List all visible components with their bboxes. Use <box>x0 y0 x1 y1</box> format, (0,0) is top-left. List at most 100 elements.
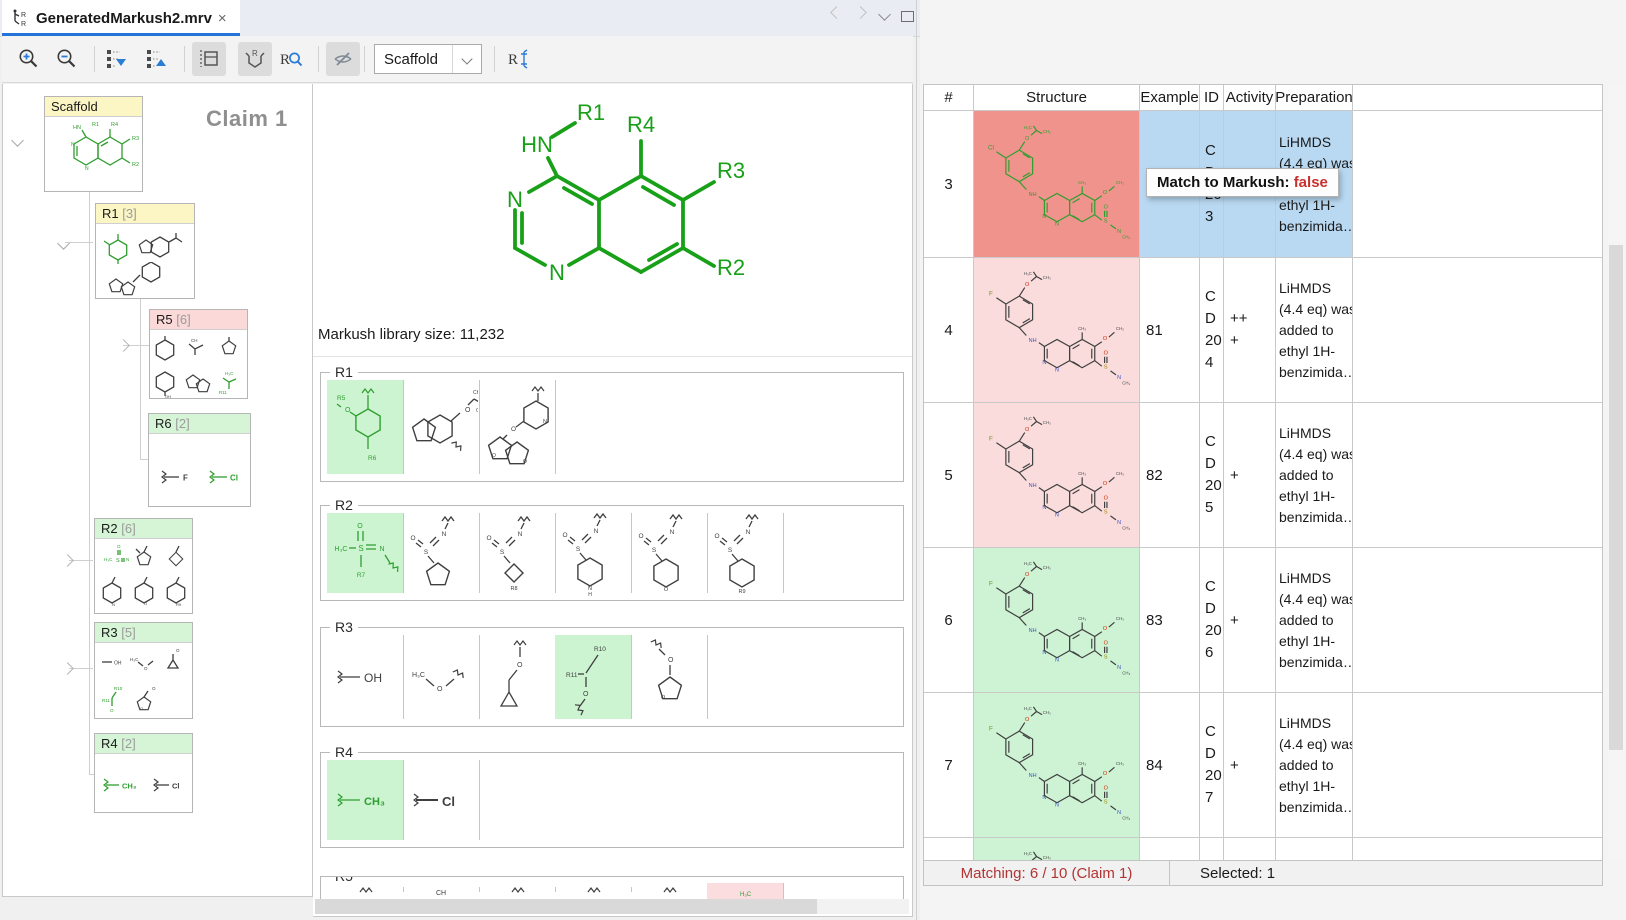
col-header-preparation[interactable]: Preparation <box>1276 85 1353 111</box>
r1-option-1[interactable]: O R5 R6 <box>327 380 404 474</box>
row-activity[interactable]: ++ + <box>1224 258 1276 403</box>
tree-node-r5[interactable]: R5 [6] CH OH H₃CR11 <box>149 309 248 399</box>
row-structure-cell[interactable]: F <box>974 548 1140 693</box>
zoom-out-button[interactable] <box>50 42 84 76</box>
row-example[interactable] <box>1140 838 1200 860</box>
row-num[interactable]: 5 <box>924 403 974 548</box>
r5-option-5[interactable] <box>631 887 708 892</box>
row-preparation[interactable]: LiHMDS (4.4 eq) was added to ethyl 1H-be… <box>1276 838 1353 860</box>
zoom-in-button[interactable] <box>12 42 46 76</box>
row-structure-cell[interactable]: F <box>974 258 1140 403</box>
overview-panel-toggle-button[interactable] <box>192 42 226 76</box>
document-tab-close-icon[interactable]: × <box>218 10 227 27</box>
col-header-example[interactable]: Example <box>1140 85 1200 111</box>
table-vscrollbar-thumb[interactable] <box>1609 245 1623 750</box>
r3-option-3[interactable]: O <box>479 635 556 719</box>
nav-back-icon[interactable] <box>832 8 841 17</box>
r4-option-2[interactable]: Cl <box>403 760 480 840</box>
collapse-all-button[interactable] <box>140 42 174 76</box>
row-id[interactable]: C D 20 6 <box>1200 548 1224 693</box>
tab-list-dropdown-icon[interactable] <box>880 10 889 19</box>
nav-forward-icon[interactable] <box>856 8 865 17</box>
table-vscrollbar-track[interactable] <box>1608 84 1624 860</box>
row-id[interactable]: C D 20 5 <box>1200 403 1224 548</box>
row-id[interactable]: C D 20 7 <box>1200 693 1224 838</box>
r3-option-2[interactable]: H₃C O <box>403 635 480 719</box>
visibility-toggle-button[interactable] <box>326 42 360 76</box>
r2-option-2[interactable] <box>403 513 480 593</box>
row-preparation[interactable]: LiHMDS (4.4 eq) was added to ethyl 1H-be… <box>1276 258 1353 403</box>
row-id[interactable]: C D 20 4 <box>1200 258 1224 403</box>
row-example[interactable]: 84 <box>1140 693 1200 838</box>
tree-expander-scaffold[interactable] <box>11 134 24 147</box>
r2-option-4[interactable]: NH <box>555 513 632 593</box>
r5-option-6[interactable]: H₃C <box>707 883 784 899</box>
row-structure-cell[interactable] <box>974 838 1140 860</box>
tree-node-r3[interactable]: R3 [5] OH H₃CO O R10 R11O OO <box>94 622 193 719</box>
markush-canvas-panel[interactable]: N N HN R1 R4 R3 R2 Markush library size:… <box>313 84 913 917</box>
r5-option-3[interactable] <box>479 887 556 892</box>
row-num[interactable]: 4 <box>924 258 974 403</box>
row-activity[interactable]: + <box>1224 548 1276 693</box>
r-group-query-search-button[interactable]: R <box>274 42 308 76</box>
tree-expander-r1[interactable] <box>57 237 70 250</box>
row-preparation[interactable]: LiHMDS (4.4 eq) was added to ethyl 1H-be… <box>1276 403 1353 548</box>
row-activity[interactable] <box>1224 838 1276 860</box>
table-row[interactable]: LiHMDS (4.4 eq) was added to ethyl 1H-be… <box>924 838 1603 860</box>
tree-node-r4[interactable]: R4 [2] CH₃ Cl <box>94 733 193 813</box>
col-header-num[interactable]: # <box>924 85 974 111</box>
canvas-hscrollbar-track[interactable] <box>315 899 909 914</box>
tree-expander-r3[interactable] <box>61 662 74 675</box>
row-structure-cell[interactable]: F <box>974 693 1140 838</box>
tree-node-scaffold[interactable]: Scaffold HN R1 R4 R3 R2 N N <box>44 96 143 192</box>
table-row[interactable]: 5 F 82 C D 20 5 + LiHMDS (4.4 eq) was ad… <box>924 403 1603 548</box>
row-activity[interactable]: + <box>1224 403 1276 548</box>
tree-expander-r2[interactable] <box>61 554 74 567</box>
table-row[interactable]: 6 F 83 C D 20 6 + LiHMDS (4.4 eq) was ad… <box>924 548 1603 693</box>
r-group-display-toggle-button[interactable]: R <box>238 42 272 76</box>
document-tab[interactable]: R R GeneratedMarkush2.mrv × <box>2 0 240 36</box>
pane-divider[interactable] <box>916 0 917 920</box>
r-group-attachment-button[interactable]: R <box>502 42 536 76</box>
r1-option-2[interactable]: O CH₃CH₃ <box>403 380 480 474</box>
r2-option-5[interactable]: O <box>631 513 708 593</box>
maximize-icon[interactable] <box>901 11 914 22</box>
tree-node-r6[interactable]: R6 [2] F Cl <box>148 413 251 507</box>
r1-option-3[interactable]: N O OO <box>479 380 556 474</box>
table-row[interactable]: 7 F 84 C D 20 7 + LiHMDS (4.4 eq) was ad… <box>924 693 1603 838</box>
row-num[interactable]: 6 <box>924 548 974 693</box>
row-activity[interactable]: + <box>1224 693 1276 838</box>
row-num[interactable]: 3 <box>924 111 974 258</box>
row-num[interactable]: 7 <box>924 693 974 838</box>
r5-option-2[interactable]: CH <box>403 887 480 892</box>
row-example[interactable]: 82 <box>1140 403 1200 548</box>
view-mode-select[interactable]: Scaffold <box>374 44 482 74</box>
expand-all-button[interactable] <box>100 42 134 76</box>
r2-structure-methylsulfoximine: O H₃C S N R7 <box>330 513 400 593</box>
r4-option-1[interactable]: CH₃ <box>327 760 404 840</box>
row-example[interactable]: 81 <box>1140 258 1200 403</box>
r5-option-4[interactable] <box>555 887 632 892</box>
r2-option-3[interactable]: R8 <box>479 513 556 593</box>
table-row[interactable]: 4 F 81 C D 20 4 ++ + LiHMDS (4.4 eq) was… <box>924 258 1603 403</box>
row-preparation[interactable]: LiHMDS (4.4 eq) was added to ethyl 1H-be… <box>1276 693 1353 838</box>
tree-node-r1[interactable]: R1 [3] <box>95 203 195 299</box>
row-id[interactable] <box>1200 838 1224 860</box>
tree-node-r2[interactable]: R2 [6] H₃CSN O N O R9 <box>94 518 193 614</box>
tree-expander-r5[interactable] <box>117 339 130 352</box>
row-structure-cell[interactable]: Cl <box>974 111 1140 258</box>
row-num[interactable] <box>924 838 974 860</box>
row-example[interactable]: 83 <box>1140 548 1200 693</box>
row-preparation[interactable]: LiHMDS (4.4 eq) was added to ethyl 1H-be… <box>1276 548 1353 693</box>
col-header-activity[interactable]: Activity <box>1224 85 1276 111</box>
r3-option-4[interactable]: R10 R11 O <box>555 635 632 719</box>
r3-option-1[interactable]: OH <box>327 635 404 719</box>
col-header-structure[interactable]: Structure <box>974 85 1140 111</box>
row-structure-cell[interactable]: F <box>974 403 1140 548</box>
r2-option-6[interactable]: R9 <box>707 513 784 593</box>
r2-option-1[interactable]: O H₃C S N R7 <box>327 513 404 593</box>
r3-option-5[interactable]: O O <box>631 635 708 719</box>
col-header-id[interactable]: ID <box>1200 85 1224 111</box>
canvas-hscrollbar-thumb[interactable] <box>315 899 817 914</box>
r5-option-1[interactable] <box>327 887 404 892</box>
